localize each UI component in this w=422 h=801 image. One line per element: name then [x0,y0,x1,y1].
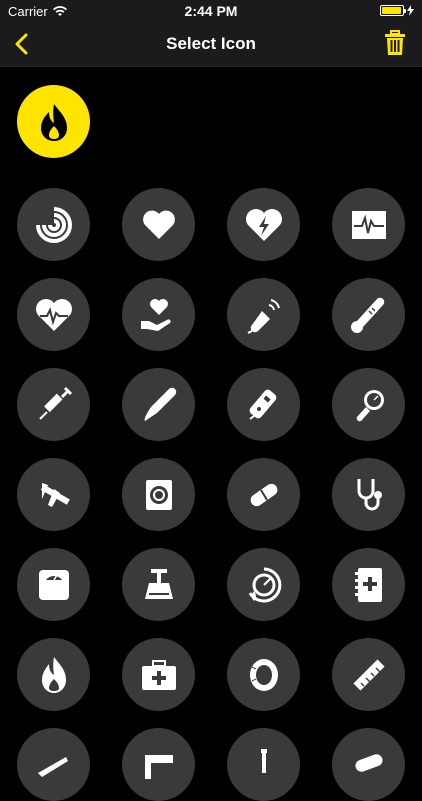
icon-option[interactable] [332,638,405,711]
flame-icon [41,656,66,693]
blood-pressure-gauge-icon [356,389,384,421]
icon-option[interactable] [122,638,195,711]
measuring-tape-icon [249,658,278,691]
icon-option[interactable] [227,368,300,441]
icon-option[interactable] [227,188,300,261]
icon-option[interactable] [332,728,405,801]
sewing-machine-icon [144,754,173,779]
first-aid-kit-icon [141,659,176,690]
icon-option[interactable] [17,278,90,351]
stethoscope-icon [357,478,382,510]
icon-option[interactable] [227,278,300,351]
icon-option[interactable] [17,728,90,801]
icon-option[interactable] [332,278,405,351]
icon-option[interactable] [332,188,405,261]
thermometer-icon [350,297,384,333]
pulse-rings-icon [35,206,72,243]
icon-option[interactable] [17,188,90,261]
icon-option[interactable] [17,458,90,531]
ruler-icon [352,658,385,691]
icon-option[interactable] [122,368,195,441]
icon-option[interactable] [227,728,300,801]
icon-option[interactable] [122,728,195,801]
icon-option[interactable] [227,458,300,531]
icon-option[interactable] [332,548,405,621]
icon-grid [0,0,422,801]
bathroom-scale-icon [38,569,69,600]
icon-option[interactable] [122,458,195,531]
caliper-icon [40,482,70,507]
icon-option[interactable] [122,278,195,351]
icon-option[interactable] [17,368,90,441]
icon-option[interactable] [227,638,300,711]
glucose-meter-icon [248,389,276,420]
condom-icon [145,479,172,510]
medical-book-icon [354,567,382,602]
icon-option[interactable] [332,458,405,531]
icon-option[interactable] [122,188,195,261]
icon-option[interactable] [17,638,90,711]
heart-ecg-icon [35,298,72,331]
icon-option[interactable] [332,368,405,441]
icon-option[interactable] [122,548,195,621]
knife-icon [37,756,68,777]
ecg-monitor-icon [351,210,386,239]
pill-capsule-icon [250,483,277,506]
ultrasound-probe-icon [247,298,280,334]
heart-bolt-icon [245,208,282,241]
bandage-icon [354,753,383,772]
hand-heart-icon [140,298,171,331]
drop-gauge-icon [248,567,281,602]
scalpel-icon [144,387,176,421]
icon-option[interactable] [17,548,90,621]
heart-icon [142,210,175,239]
weighing-scale-icon [144,568,173,599]
icon-option[interactable] [227,548,300,621]
syringe-icon [38,386,72,420]
microscope-icon [260,748,267,773]
